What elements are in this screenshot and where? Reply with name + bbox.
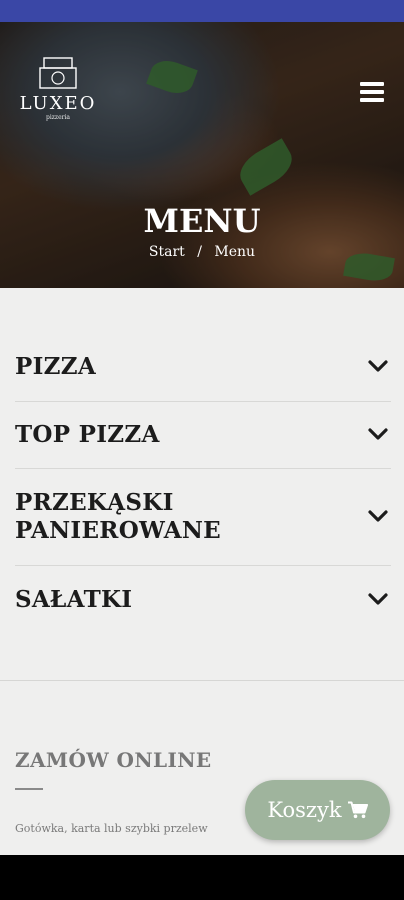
order-online-heading: ZAMÓW ONLINE [15, 748, 212, 772]
cart-button[interactable]: Koszyk [245, 780, 390, 840]
system-navigation-bar [0, 855, 404, 900]
basil-leaf-decoration [233, 138, 299, 196]
heading-underline [15, 788, 43, 790]
menu-category-label: TOP PIZZA [15, 421, 160, 448]
cart-button-label: Koszyk [267, 798, 342, 822]
menu-category-pizza[interactable]: PIZZA [15, 332, 391, 402]
menu-category-salatki[interactable]: SAŁATKI [15, 566, 391, 633]
breadcrumb-home-link[interactable]: Start [149, 244, 185, 260]
menu-category-label: PIZZA [15, 352, 96, 380]
logo-name: LUXEO [19, 93, 97, 114]
status-bar [0, 0, 404, 22]
breadcrumb: Start / Menu [0, 244, 404, 260]
main-content: PIZZA TOP PIZZA PRZEKĄSKI PANIEROWANE SA… [0, 288, 404, 855]
chevron-down-icon[interactable] [367, 509, 389, 523]
menu-category-label: PRZEKĄSKI PANIEROWANE [15, 489, 221, 545]
page-title: MENU [143, 202, 261, 240]
payment-methods-text: Gotówka, karta lub szybki przelew [15, 822, 208, 835]
breadcrumb-current: Menu [214, 244, 256, 260]
brand-logo[interactable]: LUXEO pizzeria [16, 56, 100, 122]
cart-icon [347, 801, 368, 819]
menu-category-label: SAŁATKI [15, 585, 133, 613]
pizza-box-icon [39, 57, 77, 89]
hamburger-icon[interactable] [360, 82, 384, 102]
chevron-down-icon[interactable] [367, 592, 389, 606]
hero-banner: LUXEO pizzeria MENU Start / Menu [0, 22, 404, 288]
chevron-down-icon[interactable] [367, 427, 389, 441]
menu-category-label-line1: PRZEKĄSKI [15, 489, 174, 516]
section-divider [0, 680, 404, 681]
chevron-down-icon[interactable] [367, 359, 389, 373]
menu-category-przekaski-panierowane[interactable]: PRZEKĄSKI PANIEROWANE [15, 469, 391, 566]
basil-leaf-decoration [146, 55, 198, 99]
menu-category-list: PIZZA TOP PIZZA PRZEKĄSKI PANIEROWANE SA… [15, 332, 391, 633]
menu-category-label-line2: PANIEROWANE [15, 517, 221, 544]
logo-subtitle: pizzeria [46, 114, 70, 121]
menu-category-top-pizza[interactable]: TOP PIZZA [15, 402, 391, 469]
breadcrumb-separator: / [197, 244, 202, 260]
